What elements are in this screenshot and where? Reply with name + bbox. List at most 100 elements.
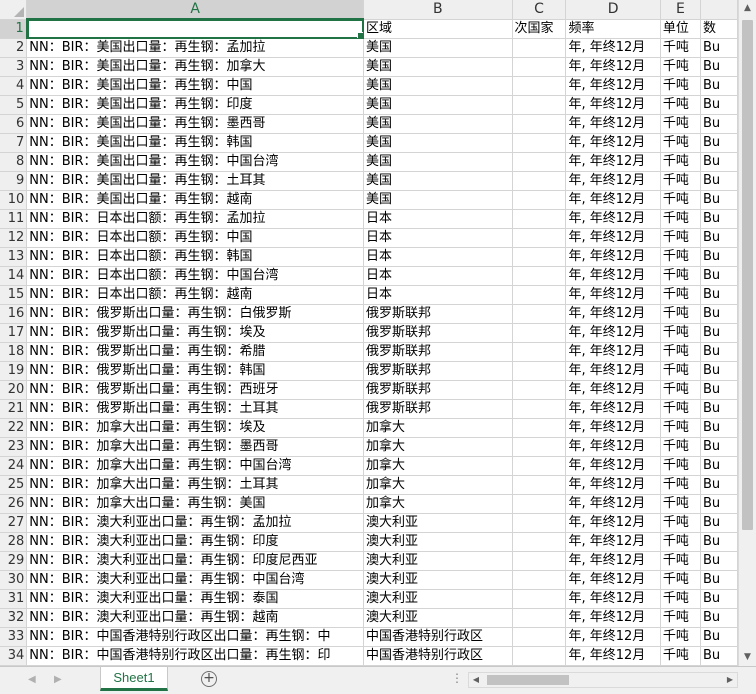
cell[interactable]: 加拿大 <box>363 418 513 438</box>
row-header[interactable]: 24 <box>0 456 28 476</box>
cell[interactable]: 日本 <box>363 228 513 248</box>
next-sheet-arrow-icon[interactable]: ▶ <box>54 673 62 687</box>
cell[interactable]: Bu <box>700 190 738 210</box>
cell[interactable]: 澳大利亚 <box>363 608 513 628</box>
cell[interactable] <box>512 190 567 210</box>
cell[interactable]: 美国 <box>363 171 513 191</box>
cell[interactable] <box>26 19 365 39</box>
horizontal-scrollbar[interactable]: ◀ ▶ <box>468 672 738 688</box>
cell[interactable]: Bu <box>700 57 738 77</box>
row-header[interactable]: 12 <box>0 228 28 248</box>
cell[interactable] <box>512 589 567 609</box>
row-header[interactable]: 3 <box>0 57 28 77</box>
cell[interactable]: NN：BIR：澳大利亚出口量：再生钢：印度尼西亚 <box>26 551 365 571</box>
cell[interactable]: 年, 年终12月 <box>565 570 661 590</box>
cell[interactable]: NN：BIR：俄罗斯出口量：再生钢：埃及 <box>26 323 365 343</box>
cell[interactable]: 千吨 <box>660 380 701 400</box>
row-header[interactable]: 13 <box>0 247 28 267</box>
cell[interactable] <box>512 114 567 134</box>
tab-split-handle-icon[interactable]: ⋮ <box>451 671 463 685</box>
cell[interactable] <box>512 38 567 58</box>
cell[interactable]: 年, 年终12月 <box>565 209 661 229</box>
cell[interactable]: 年, 年终12月 <box>565 608 661 628</box>
cell[interactable]: 千吨 <box>660 342 701 362</box>
row-header[interactable]: 31 <box>0 589 28 609</box>
cell[interactable]: 美国 <box>363 76 513 96</box>
row-header[interactable]: 7 <box>0 133 28 153</box>
cell[interactable]: 年, 年终12月 <box>565 38 661 58</box>
cell[interactable]: 单位 <box>660 19 701 39</box>
cell[interactable]: 美国 <box>363 57 513 77</box>
cell[interactable] <box>512 646 567 666</box>
cell[interactable]: Bu <box>700 475 738 495</box>
cell[interactable]: 年, 年终12月 <box>565 114 661 134</box>
cell[interactable]: 千吨 <box>660 570 701 590</box>
cell[interactable] <box>512 285 567 305</box>
row-header[interactable]: 29 <box>0 551 28 571</box>
cell[interactable]: 千吨 <box>660 532 701 552</box>
cell[interactable]: 年, 年终12月 <box>565 494 661 514</box>
cell[interactable]: 俄罗斯联邦 <box>363 304 513 324</box>
row-header[interactable]: 2 <box>0 38 28 58</box>
cell[interactable] <box>512 304 567 324</box>
cell[interactable]: 频率 <box>565 19 661 39</box>
cell[interactable]: Bu <box>700 380 738 400</box>
row-header[interactable]: 5 <box>0 95 28 115</box>
cell[interactable] <box>512 437 567 457</box>
cell[interactable]: 俄罗斯联邦 <box>363 380 513 400</box>
cell[interactable]: 日本 <box>363 285 513 305</box>
cell[interactable]: 澳大利亚 <box>363 589 513 609</box>
row-header[interactable]: 21 <box>0 399 28 419</box>
cell[interactable]: 千吨 <box>660 228 701 248</box>
cell[interactable]: 年, 年终12月 <box>565 228 661 248</box>
cell[interactable]: 加拿大 <box>363 494 513 514</box>
row-header[interactable]: 8 <box>0 152 28 172</box>
cell[interactable]: Bu <box>700 513 738 533</box>
cell[interactable]: Bu <box>700 228 738 248</box>
cell[interactable]: 千吨 <box>660 247 701 267</box>
cell[interactable]: 俄罗斯联邦 <box>363 399 513 419</box>
cell[interactable]: 千吨 <box>660 209 701 229</box>
cell[interactable]: 年, 年终12月 <box>565 456 661 476</box>
cell[interactable]: NN：BIR：美国出口量：再生钢：土耳其 <box>26 171 365 191</box>
cell[interactable]: Bu <box>700 38 738 58</box>
cell[interactable]: Bu <box>700 551 738 571</box>
cell[interactable]: NN：BIR：中国香港特别行政区出口量：再生钢：印 <box>26 646 365 666</box>
cell[interactable]: NN：BIR：美国出口量：再生钢：越南 <box>26 190 365 210</box>
cell[interactable]: 俄罗斯联邦 <box>363 342 513 362</box>
row-header[interactable]: 22 <box>0 418 28 438</box>
cell[interactable] <box>512 247 567 267</box>
cell[interactable]: NN：BIR：日本出口额：再生钢：孟加拉 <box>26 209 365 229</box>
cell[interactable]: 区域 <box>363 19 513 39</box>
column-header-a[interactable]: A <box>26 0 365 20</box>
cell[interactable]: 年, 年终12月 <box>565 342 661 362</box>
vertical-scroll-thumb[interactable] <box>742 20 753 530</box>
cell[interactable]: NN：BIR：加拿大出口量：再生钢：土耳其 <box>26 475 365 495</box>
cell[interactable]: 千吨 <box>660 304 701 324</box>
cell[interactable]: 千吨 <box>660 627 701 647</box>
cell[interactable] <box>512 152 567 172</box>
cell[interactable]: Bu <box>700 342 738 362</box>
cell[interactable]: 年, 年终12月 <box>565 532 661 552</box>
cell[interactable]: 美国 <box>363 114 513 134</box>
cell[interactable]: NN：BIR：俄罗斯出口量：再生钢：希腊 <box>26 342 365 362</box>
cell[interactable]: NN：BIR：加拿大出口量：再生钢：墨西哥 <box>26 437 365 457</box>
cell[interactable]: NN：BIR：澳大利亚出口量：再生钢：中国台湾 <box>26 570 365 590</box>
cell[interactable]: Bu <box>700 437 738 457</box>
cell[interactable] <box>512 209 567 229</box>
row-header[interactable]: 17 <box>0 323 28 343</box>
cell[interactable]: 年, 年终12月 <box>565 190 661 210</box>
cell[interactable]: 俄罗斯联邦 <box>363 323 513 343</box>
cell[interactable]: 千吨 <box>660 171 701 191</box>
cell[interactable]: 年, 年终12月 <box>565 513 661 533</box>
cell[interactable]: NN：BIR：美国出口量：再生钢：韩国 <box>26 133 365 153</box>
cell[interactable]: 千吨 <box>660 114 701 134</box>
column-header-f[interactable] <box>700 0 738 20</box>
cell[interactable]: 年, 年终12月 <box>565 57 661 77</box>
cell[interactable]: Bu <box>700 114 738 134</box>
cell[interactable]: 年, 年终12月 <box>565 152 661 172</box>
cell[interactable]: Bu <box>700 95 738 115</box>
cell[interactable] <box>512 418 567 438</box>
cell[interactable]: NN：BIR：日本出口额：再生钢：中国 <box>26 228 365 248</box>
row-header[interactable]: 15 <box>0 285 28 305</box>
